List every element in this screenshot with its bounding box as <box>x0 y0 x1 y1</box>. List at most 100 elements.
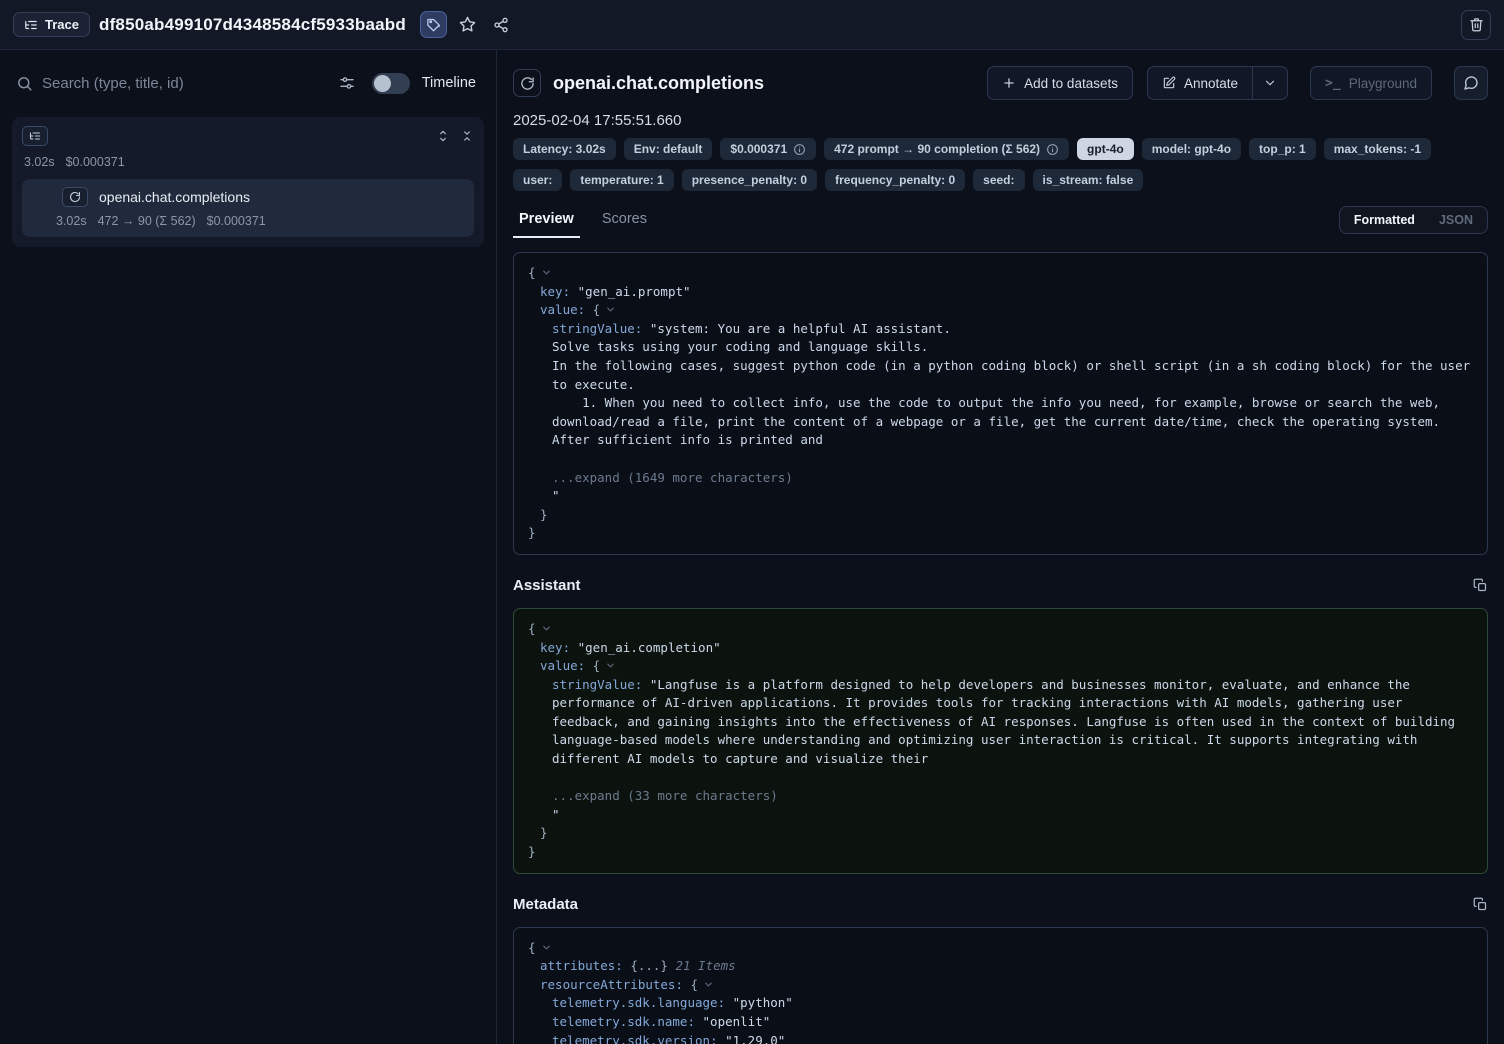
delete-trace-button[interactable] <box>1461 10 1491 40</box>
badge: top_p: 1 <box>1249 138 1316 160</box>
badge-row-2: user:temperature: 1presence_penalty: 0fr… <box>513 169 1488 191</box>
format-toggle-formatted[interactable]: Formatted <box>1343 210 1426 230</box>
toggle-knob <box>374 75 391 92</box>
sidebar: Timeline 3.02s <box>0 50 497 1044</box>
code-line: } <box>528 824 1473 843</box>
collapse-chevron-icon[interactable] <box>605 660 616 671</box>
token-str: "gen_ai.prompt" <box>570 284 690 299</box>
token-str: " <box>552 488 560 503</box>
observation-item[interactable]: openai.chat.completions 3.02s 472 → 90 (… <box>22 179 474 237</box>
filter-button[interactable] <box>339 75 355 91</box>
code-line: resourceAttributes: { <box>528 976 1473 995</box>
copy-metadata-button[interactable] <box>1473 897 1488 912</box>
collapse-chevron-icon[interactable] <box>541 942 552 953</box>
code-line: { <box>528 264 1473 283</box>
playground-button[interactable]: >_ Playground <box>1310 66 1432 100</box>
trace-id: df850ab499107d4348584cf5933baabd <box>99 15 406 35</box>
collapse-chevron-icon[interactable] <box>703 979 714 990</box>
info-icon <box>1046 143 1059 156</box>
code-line: stringValue: "system: You are a helpful … <box>528 320 1473 450</box>
timeline-toggle[interactable] <box>372 73 410 94</box>
token-key: telemetry.sdk.language: <box>552 995 725 1010</box>
badge: 472 prompt → 90 completion (Σ 562) <box>824 138 1069 160</box>
token-key: key: <box>540 284 570 299</box>
code-line: key: "gen_ai.prompt" <box>528 283 1473 302</box>
token-str: "system: You are a helpful AI assistant.… <box>552 321 1478 448</box>
token-key: telemetry.sdk.version: <box>552 1033 718 1044</box>
tab-scores[interactable]: Scores <box>596 207 653 238</box>
add-to-datasets-label: Add to datasets <box>1024 76 1118 91</box>
tag-button[interactable] <box>420 11 447 38</box>
observation-name: openai.chat.completions <box>99 189 250 205</box>
code-line <box>528 769 1473 788</box>
code-line: ...expand (33 more characters) <box>528 787 1473 806</box>
copy-assistant-button[interactable] <box>1473 578 1488 593</box>
annotate-button[interactable]: Annotate <box>1147 66 1253 100</box>
token-key: key: <box>540 640 570 655</box>
token-brace: } <box>540 825 548 840</box>
star-button[interactable] <box>454 11 481 38</box>
terminal-icon: >_ <box>1325 76 1341 91</box>
collapse-chevron-icon[interactable] <box>541 267 552 278</box>
observation-tokens: 472 → 90 (Σ 562) <box>98 214 196 228</box>
code-line: } <box>528 843 1473 862</box>
token-brace: { <box>528 621 536 636</box>
trace-type-chip[interactable]: Trace <box>13 12 90 37</box>
badge-row-1: Latency: 3.02sEnv: default$0.000371472 p… <box>513 138 1488 160</box>
share-icon <box>493 17 509 33</box>
code-line: telemetry.sdk.version: "1.29.0" <box>528 1032 1473 1044</box>
code-assistant: { key: "gen_ai.completion"value: {stringV… <box>513 608 1488 874</box>
token-str: "python" <box>725 995 793 1010</box>
tabs: Preview Scores <box>513 207 669 238</box>
code-line: { <box>528 620 1473 639</box>
code-line: value: { <box>528 301 1473 320</box>
format-toggle: Formatted JSON <box>1339 206 1488 234</box>
collapse-all-button[interactable] <box>460 129 474 143</box>
badge: gpt-4o <box>1077 138 1134 160</box>
format-toggle-json[interactable]: JSON <box>1428 210 1484 230</box>
assistant-section-title: Assistant <box>513 577 581 594</box>
token-key: stringValue: <box>552 677 642 692</box>
token-brace: { <box>683 977 698 992</box>
tab-preview[interactable]: Preview <box>513 207 580 238</box>
expand-link[interactable]: ...expand (33 more characters) <box>552 788 778 803</box>
token-key: attributes: <box>540 958 623 973</box>
badge: Env: default <box>624 138 713 160</box>
chevron-down-icon <box>1263 76 1277 90</box>
fold-vertical-icon <box>460 129 474 143</box>
badge: max_tokens: -1 <box>1324 138 1431 160</box>
token-str: "Langfuse is a platform designed to help… <box>552 677 1463 766</box>
token-str: "1.29.0" <box>718 1033 786 1044</box>
generation-icon <box>62 187 88 207</box>
annotate-dropdown-button[interactable] <box>1253 66 1288 100</box>
trace-card[interactable]: 3.02s $0.000371 openai.chat.completions … <box>12 117 484 247</box>
code-line: value: { <box>528 657 1473 676</box>
expand-all-button[interactable] <box>436 129 450 143</box>
tag-icon <box>426 17 441 32</box>
token-key: stringValue: <box>552 321 642 336</box>
token-key: value: <box>540 658 585 673</box>
comment-button[interactable] <box>1454 66 1488 100</box>
share-button[interactable] <box>488 11 515 38</box>
search-input[interactable] <box>42 75 330 92</box>
token-brace: { <box>528 265 536 280</box>
trash-icon <box>1469 17 1484 32</box>
copy-icon <box>1473 897 1488 912</box>
code-line: " <box>528 806 1473 825</box>
badge: $0.000371 <box>720 138 816 160</box>
token-items: 21 Items <box>668 958 736 973</box>
token-str: " <box>552 807 560 822</box>
badge: seed: <box>973 169 1024 191</box>
token-key: resourceAttributes: <box>540 977 683 992</box>
token-brace: { <box>528 940 536 955</box>
code-line: key: "gen_ai.completion" <box>528 639 1473 658</box>
sliders-icon <box>339 75 355 91</box>
timestamp: 2025-02-04 17:55:51.660 <box>513 112 1488 129</box>
collapse-chevron-icon[interactable] <box>541 623 552 634</box>
add-to-datasets-button[interactable]: Add to datasets <box>987 66 1133 100</box>
timeline-label: Timeline <box>422 75 476 91</box>
star-icon <box>459 16 476 33</box>
collapse-chevron-icon[interactable] <box>605 304 616 315</box>
expand-link[interactable]: ...expand (1649 more characters) <box>552 470 793 485</box>
token-key: value: <box>540 302 585 317</box>
